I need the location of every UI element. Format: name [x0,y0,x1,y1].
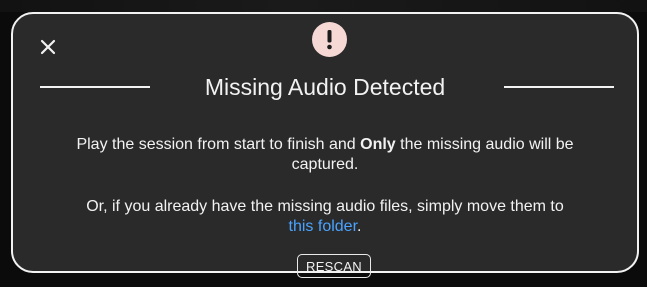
warning-badge [312,22,347,57]
close-icon [40,39,56,55]
this-folder-link[interactable]: this folder [289,218,357,235]
instruction-emphasis: Only [360,136,396,153]
close-button[interactable] [37,36,59,58]
title-row: Missing Audio Detected [13,70,637,104]
instruction-text-start: Play the session from start to finish an… [76,136,361,153]
alternative-paragraph: Or, if you already have the missing audi… [73,197,577,237]
alternative-text-start: Or, if you already have the missing audi… [86,198,564,215]
instruction-paragraph: Play the session from start to finish an… [73,135,577,175]
title-divider-right [504,86,614,88]
alternative-text-end: . [357,218,362,235]
rescan-button[interactable]: RESCAN [297,254,371,278]
exclamation-icon [327,30,332,50]
missing-audio-dialog: Missing Audio Detected Play the session … [11,12,639,278]
background-app-edge [0,0,647,12]
